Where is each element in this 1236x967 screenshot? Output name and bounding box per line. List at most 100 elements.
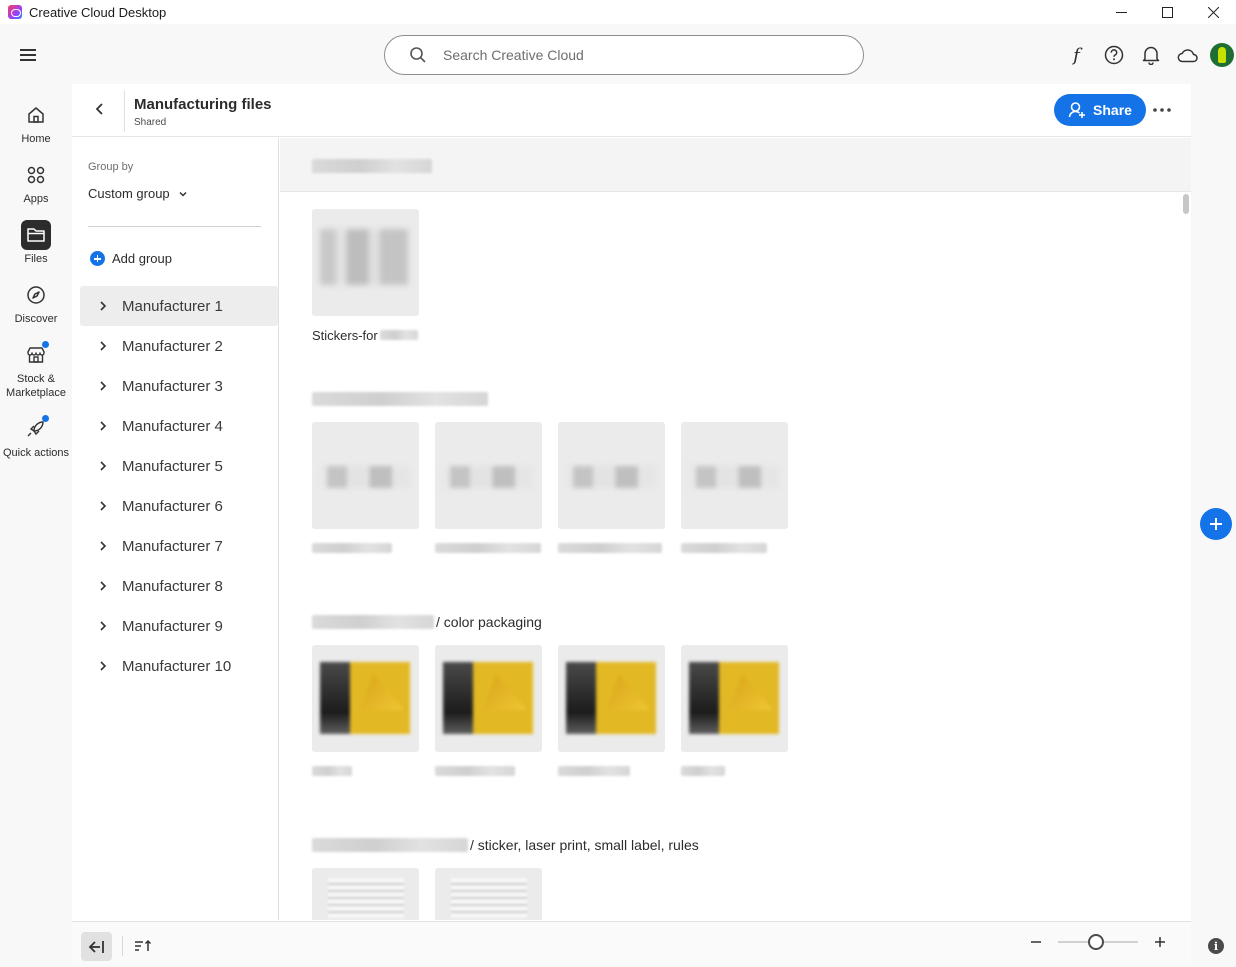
group-item[interactable]: Manufacturer 5 [80,446,278,486]
file-tile[interactable] [312,868,419,920]
nav-item-quick-actions[interactable]: Quick actions [0,414,72,460]
file-tile[interactable] [312,645,419,780]
group-label: Manufacturer 10 [122,657,232,675]
chevron-right-icon [100,581,107,591]
nav-item-home[interactable]: Home [0,100,72,146]
redacted-collection-name [312,159,432,173]
hamburger-menu-icon[interactable] [20,49,36,61]
files-content: Stickers-for / color packaging / sticker… [280,138,1191,920]
chevron-down-icon [179,191,187,197]
file-thumbnail [312,422,419,529]
nav-label-files: Files [24,253,48,265]
folder-icon [21,220,51,250]
group-label: Manufacturer 6 [122,497,223,515]
maximize-button[interactable] [1144,0,1190,24]
group-item[interactable]: Manufacturer 3 [80,366,278,406]
window-controls [1098,0,1236,24]
section-title: / sticker, laser print, small label, rul… [312,835,699,855]
chevron-right-icon [100,661,107,671]
nav-item-discover[interactable]: Discover [0,280,72,326]
nav-label-apps: Apps [23,193,49,205]
zoom-out-icon[interactable] [1030,936,1042,948]
add-floating-button[interactable] [1200,508,1232,540]
share-label: Share [1093,102,1132,118]
chevron-right-icon [100,421,107,431]
info-icon[interactable]: i [1208,938,1224,954]
rocket-icon [21,414,51,444]
fonts-icon[interactable]: f [1058,42,1095,68]
help-icon[interactable] [1095,42,1132,68]
zoom-slider-handle[interactable] [1088,934,1104,950]
close-button[interactable] [1190,0,1236,24]
add-group-button[interactable]: Add group [90,251,172,266]
file-grid [312,422,788,557]
group-item[interactable]: Manufacturer 8 [80,566,278,606]
search-icon [410,47,426,63]
sort-button[interactable] [134,939,152,958]
file-thumbnail [312,645,419,752]
file-grid: Stickers-for [312,209,419,344]
back-button[interactable] [92,101,108,117]
file-tile[interactable]: Stickers-for [312,209,419,344]
nav-label-discover: Discover [14,313,58,325]
file-thumbnail [312,868,419,920]
zoom-slider[interactable] [1058,934,1138,950]
group-item[interactable]: Manufacturer 7 [80,526,278,566]
minimize-button[interactable] [1098,0,1144,24]
file-section: / color packaging [312,612,788,780]
group-label: Manufacturer 4 [122,417,223,435]
group-label: Manufacturer 3 [122,377,223,395]
search-input[interactable] [443,47,823,63]
group-item[interactable]: Manufacturer 6 [80,486,278,526]
group-list: Manufacturer 1 Manufacturer 2 Manufactur… [80,286,278,686]
group-item[interactable]: Manufacturer 4 [80,406,278,446]
file-thumbnail [681,422,788,529]
collapse-sidebar-button[interactable] [81,932,112,961]
file-tile[interactable] [435,868,542,920]
file-thumbnail [435,645,542,752]
file-tile[interactable] [435,645,542,780]
file-tile[interactable] [558,422,665,557]
file-section: Stickers-for [312,209,419,344]
search-bar[interactable] [384,35,864,75]
minimize-icon [1115,11,1127,13]
group-item[interactable]: Manufacturer 2 [80,326,278,366]
app-topbar: f [0,24,1236,84]
group-label: Manufacturer 5 [122,457,223,475]
file-name [312,762,419,780]
nav-item-apps[interactable]: Apps [0,160,72,206]
zoom-in-icon[interactable] [1154,936,1166,948]
file-tile[interactable] [435,422,542,557]
file-thumbnail [681,645,788,752]
nav-label-home: Home [21,133,51,145]
page-title: Manufacturing files [134,96,272,113]
user-avatar[interactable] [1210,43,1234,67]
group-item[interactable]: Manufacturer 10 [80,646,278,686]
group-by-label: Group by [88,161,134,173]
group-label: Manufacturer 8 [122,577,223,595]
content-scrollbar[interactable] [1183,194,1189,214]
cloud-sync-icon[interactable] [1169,42,1206,68]
share-button[interactable]: Share [1054,94,1146,126]
file-tile[interactable] [312,422,419,557]
creative-cloud-logo-icon [8,5,22,19]
group-item[interactable]: Manufacturer 9 [80,606,278,646]
file-grid [312,868,699,920]
file-thumbnail [558,422,665,529]
plus-icon [1210,518,1222,530]
maximize-icon [1161,6,1173,18]
group-item[interactable]: Manufacturer 1 [80,286,278,326]
group-by-dropdown[interactable]: Custom group [88,186,188,201]
file-section [312,389,788,557]
notifications-bell-icon[interactable] [1132,42,1169,68]
section-title [312,389,788,409]
file-tile[interactable] [681,422,788,557]
more-options-button[interactable] [1152,100,1172,120]
file-tile[interactable] [558,645,665,780]
nav-item-files[interactable]: Files [0,220,72,266]
file-thumbnail [558,645,665,752]
nav-item-stock[interactable]: Stock & Marketplace [0,340,72,400]
group-sidebar: Group by Custom group Add group Manufact… [72,138,279,920]
left-navigation: Home Apps Files Discover Stock & Marketp… [0,100,72,474]
file-tile[interactable] [681,645,788,780]
